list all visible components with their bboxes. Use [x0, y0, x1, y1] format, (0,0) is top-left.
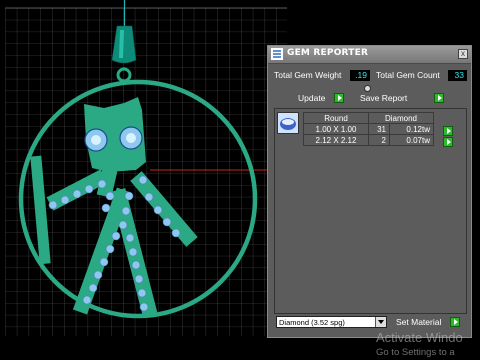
panel-title: GEM REPORTER: [287, 48, 369, 58]
gem-reporter-panel: GEM REPORTER x Total Gem Weight .19 Tota…: [267, 45, 472, 338]
material-select[interactable]: Diamond (3.52 spg): [276, 316, 387, 328]
table-header-row: Round Diamond: [303, 112, 434, 124]
total-count-value: 33: [448, 70, 467, 81]
row-weight: 0.12tw: [389, 123, 434, 135]
update-arrow-icon[interactable]: [334, 93, 344, 103]
total-weight-label: Total Gem Weight: [274, 70, 342, 80]
update-button-label[interactable]: Update: [298, 92, 326, 105]
total-count-label: Total Gem Count: [376, 70, 440, 80]
header-round: Round: [303, 112, 369, 124]
activate-windows-watermark: Activate Windo: [376, 330, 463, 345]
close-button[interactable]: x: [458, 49, 468, 59]
table-row[interactable]: 1.00 X 1.00 31 0.12tw: [303, 123, 434, 135]
row-weight: 0.07tw: [389, 134, 434, 146]
set-material-arrow-icon[interactable]: [450, 317, 460, 327]
material-select-value: Diamond (3.52 spg): [279, 318, 345, 327]
header-diamond: Diamond: [368, 112, 434, 124]
set-material-button-label[interactable]: Set Material: [396, 316, 442, 329]
row-1-select-arrow-icon[interactable]: [443, 126, 453, 136]
splitter-handle[interactable]: [364, 85, 371, 92]
row-size: 2.12 X 2.12: [303, 134, 369, 146]
panel-titlebar[interactable]: GEM REPORTER x: [268, 46, 471, 64]
total-weight-value: .19: [350, 70, 370, 81]
gem-table: Round Diamond 1.00 X 1.00 31 0.12tw 2.12…: [303, 112, 434, 146]
gem-list: Round Diamond 1.00 X 1.00 31 0.12tw 2.12…: [274, 108, 467, 314]
save-report-button-label[interactable]: Save Report: [360, 92, 408, 105]
gem-reporter-icon: [271, 48, 283, 60]
table-row[interactable]: 2.12 X 2.12 2 0.07tw: [303, 134, 434, 146]
round-gem-icon: [277, 112, 299, 134]
row-count: 2: [368, 134, 390, 146]
row-2-select-arrow-icon[interactable]: [443, 137, 453, 147]
row-size: 1.00 X 1.00: [303, 123, 369, 135]
save-report-arrow-icon[interactable]: [434, 93, 444, 103]
activate-windows-subtext: Go to Settings to a: [376, 347, 455, 358]
row-count: 31: [368, 123, 390, 135]
chevron-down-icon[interactable]: [375, 317, 386, 327]
